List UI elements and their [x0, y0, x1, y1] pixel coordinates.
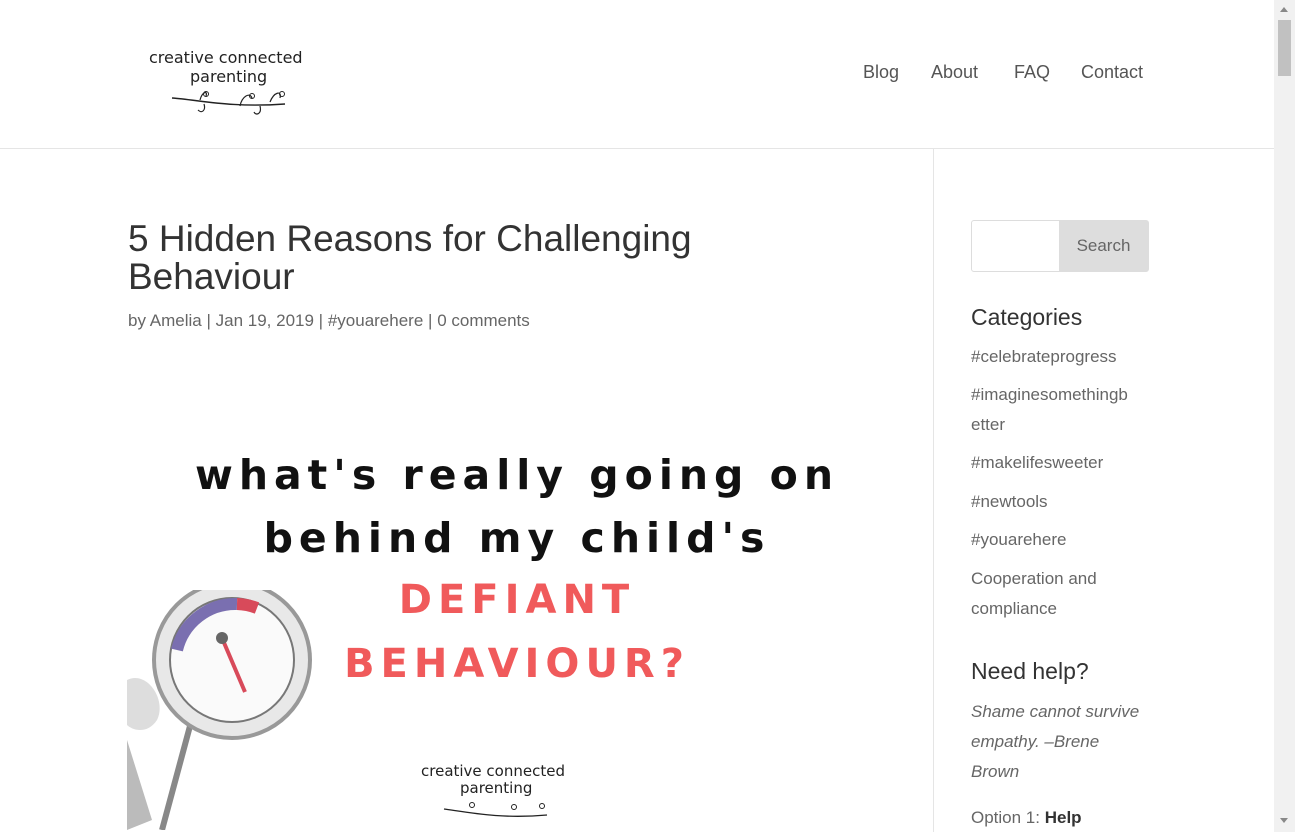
meta-comments-link[interactable]: 0 comments — [437, 311, 530, 330]
feature-line1: what's really going on — [194, 451, 840, 499]
logo-text-line1: creative connected — [149, 48, 303, 67]
search-button[interactable]: Search — [1059, 221, 1148, 271]
category-link[interactable]: #youarehere — [971, 525, 1151, 555]
meta-date: Jan 19, 2019 — [215, 311, 314, 330]
meta-separator: | — [428, 311, 433, 330]
categories-heading: Categories — [971, 304, 1083, 330]
nav-about[interactable]: About — [931, 62, 978, 83]
meta-author-link[interactable]: Amelia — [150, 311, 202, 330]
nav-contact[interactable]: Contact — [1081, 62, 1143, 83]
help-quote: Shame cannot survive empathy. –Brene Bro… — [971, 702, 1140, 781]
help-option: Option 1: Help — [971, 803, 1082, 833]
post-meta: by Amelia | Jan 19, 2019 | #youarehere |… — [128, 311, 530, 331]
meta-category-link[interactable]: #youarehere — [328, 311, 423, 330]
search-form: Search — [971, 220, 1149, 272]
category-link[interactable]: #makelifesweeter — [971, 448, 1151, 478]
nav-blog[interactable]: Blog — [863, 62, 899, 83]
scroll-down-icon[interactable] — [1280, 818, 1288, 823]
page-scrollbar[interactable] — [1274, 0, 1295, 832]
meta-by: by — [128, 311, 146, 330]
category-link[interactable]: #celebrateprogress — [971, 342, 1151, 372]
post-title: 5 Hidden Reasons for Challenging Behavio… — [128, 218, 692, 297]
feature-logo-line1: creative connected — [421, 762, 565, 780]
option-label: Option 1: — [971, 808, 1045, 827]
category-link[interactable]: #newtools — [971, 487, 1151, 517]
category-link[interactable]: Cooperation and compliance — [971, 564, 1151, 624]
logo-text-line2: parenting — [190, 67, 268, 86]
site-logo[interactable]: creative connected parenting — [148, 48, 318, 118]
help-heading: Need help? — [971, 658, 1089, 684]
nav-faq[interactable]: FAQ — [1014, 62, 1050, 83]
meta-separator: | — [206, 311, 211, 330]
feature-line2: behind my child's — [263, 514, 771, 562]
vine-icon — [171, 91, 286, 115]
option-link[interactable]: Help — [1045, 808, 1082, 827]
thermometer-illustration — [127, 590, 312, 830]
featured-image: what's really going on behind my child's… — [127, 415, 907, 832]
category-link[interactable]: #imaginesomethingb etter — [971, 380, 1151, 440]
scroll-up-icon[interactable] — [1280, 7, 1288, 12]
feature-logo-line2: parenting — [460, 779, 533, 797]
sidebar-divider — [933, 149, 934, 832]
feature-vine-icon — [443, 802, 548, 817]
scroll-thumb[interactable] — [1278, 20, 1291, 76]
meta-separator: | — [318, 311, 324, 330]
search-input[interactable] — [972, 221, 1062, 271]
site-header: creative connected parenting Blog About … — [0, 0, 1274, 149]
